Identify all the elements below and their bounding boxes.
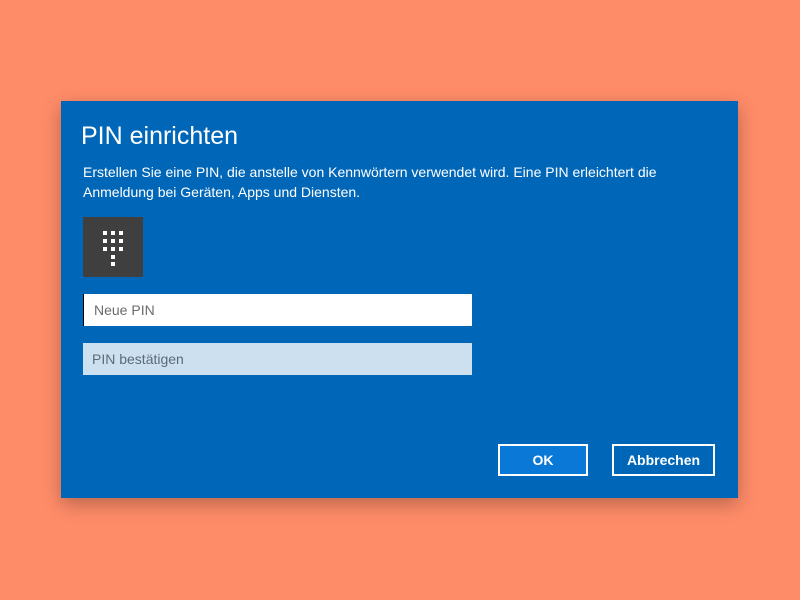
keypad-icon-graphic: [103, 231, 123, 266]
dialog-title: PIN einrichten: [81, 122, 239, 150]
new-pin-input[interactable]: [83, 294, 472, 326]
dialog-description: Erstellen Sie eine PIN, die anstelle von…: [83, 164, 657, 200]
ok-button[interactable]: OK: [498, 444, 588, 476]
confirm-pin-input[interactable]: [83, 343, 472, 375]
pin-setup-dialog: PIN einrichten Erstellen Sie eine PIN, d…: [61, 101, 738, 498]
cancel-button[interactable]: Abbrechen: [612, 444, 715, 476]
keypad-icon: [83, 217, 143, 277]
